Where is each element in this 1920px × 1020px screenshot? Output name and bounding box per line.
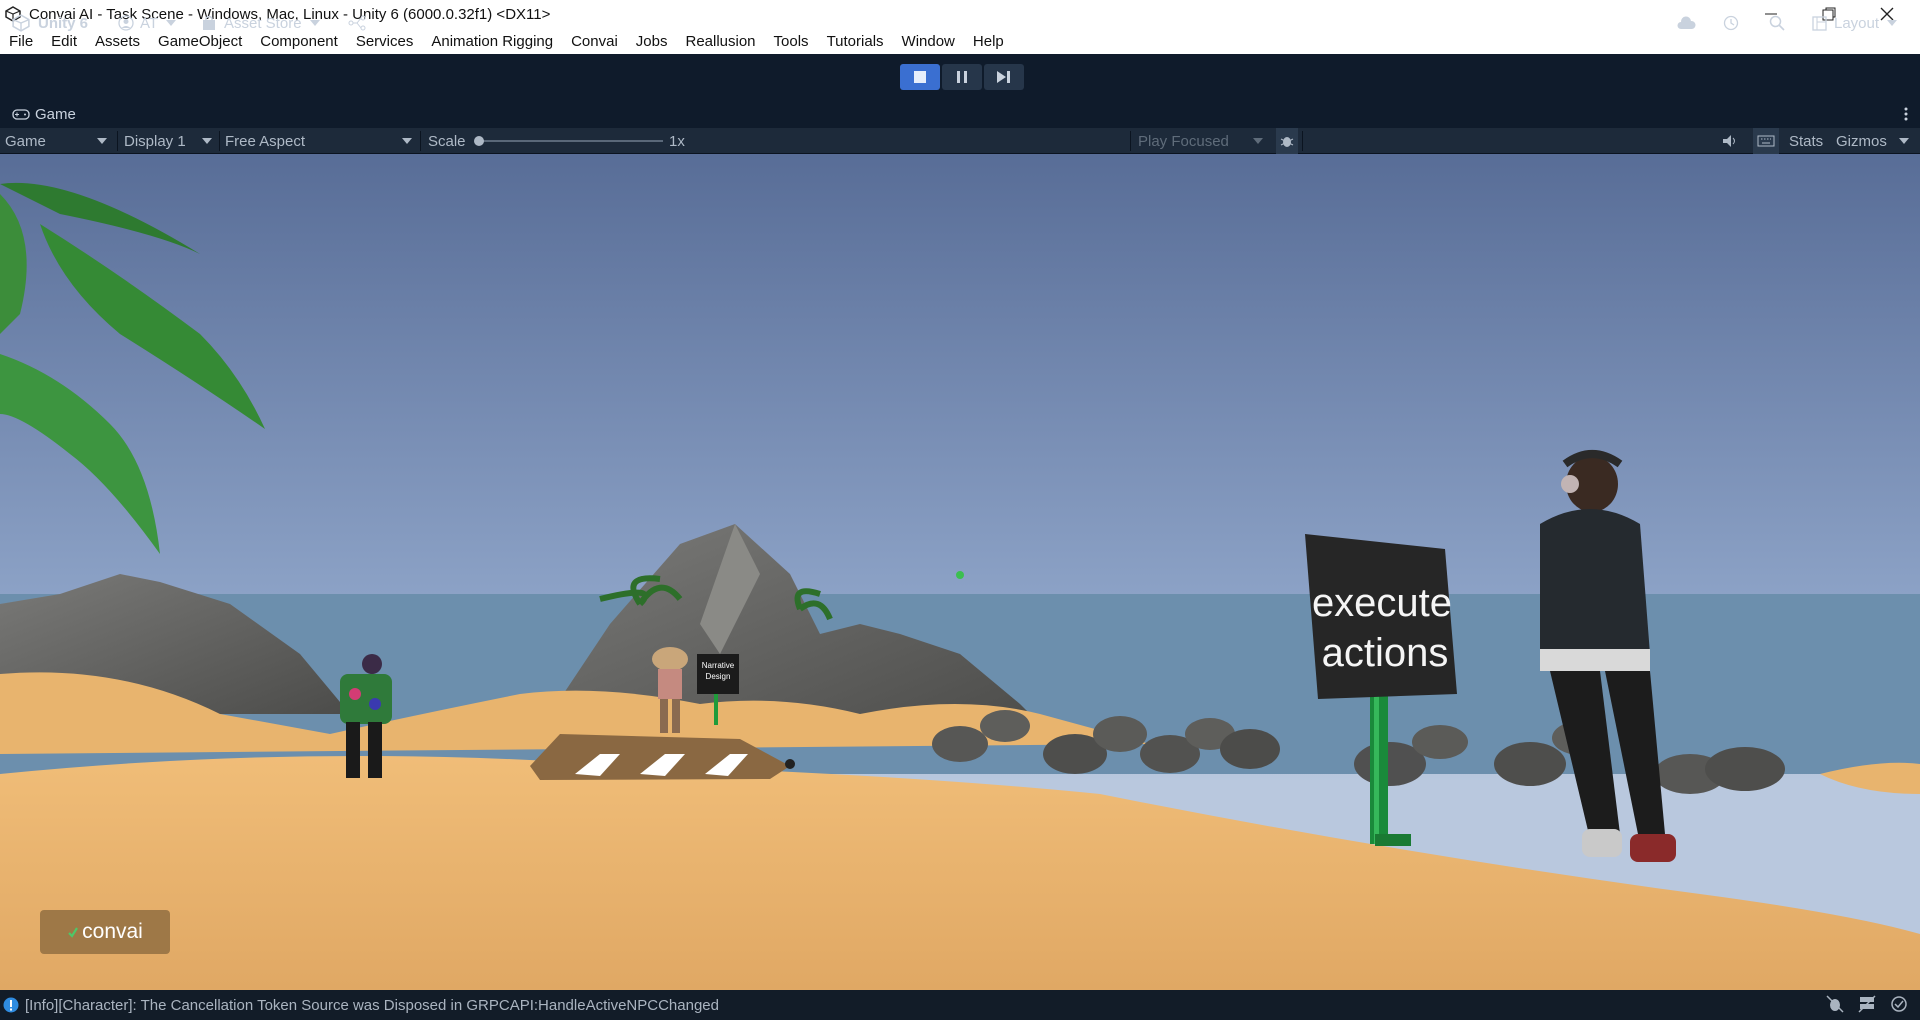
kebab-menu-icon	[1904, 107, 1908, 121]
shopping-bag-icon	[203, 15, 215, 30]
stop-icon	[914, 71, 926, 83]
account-dropdown[interactable]: AT	[118, 0, 177, 46]
pause-icon	[957, 71, 967, 83]
scale-label: Scale	[428, 132, 466, 150]
unity-version-button[interactable]: Unity 6	[12, 0, 88, 46]
toolbar-divider	[420, 131, 421, 151]
toolbar-divider	[1130, 131, 1131, 151]
toolbar-divider	[1302, 131, 1303, 151]
info-icon	[3, 997, 19, 1013]
bug-icon	[1280, 137, 1294, 147]
stop-button[interactable]	[900, 64, 940, 90]
step-button[interactable]	[984, 64, 1024, 90]
toolbar-divider	[117, 131, 118, 151]
sign-line1: execute	[1312, 581, 1452, 625]
pause-button[interactable]	[942, 64, 982, 90]
game-viewport[interactable]: Narrative Design execute actions convai	[0, 154, 1920, 990]
history-button[interactable]	[1723, 0, 1739, 46]
chevron-down-icon	[1899, 138, 1909, 144]
history-icon	[1723, 15, 1739, 31]
chevron-down-icon	[1253, 138, 1263, 144]
game-mode-label: Game	[5, 132, 46, 150]
display-dropdown[interactable]: Display 1	[124, 128, 216, 154]
progress-check-icon[interactable]	[1890, 995, 1908, 1013]
scale-slider[interactable]	[474, 136, 663, 146]
game-mode-dropdown[interactable]: Game	[5, 128, 113, 154]
menu-convai[interactable]: Convai	[571, 33, 618, 50]
keyboard-shortcuts-toggle[interactable]	[1753, 128, 1779, 154]
scale-slider-handle[interactable]	[474, 136, 484, 146]
menu-reallusion[interactable]: Reallusion	[685, 33, 755, 50]
branch-icon	[348, 15, 366, 31]
console-message[interactable]: [Info][Character]: The Cancellation Toke…	[25, 997, 719, 1014]
game-view-toolbar: Game Display 1 Free Aspect Scale 1x Play…	[0, 128, 1920, 154]
menu-jobs[interactable]: Jobs	[636, 33, 668, 50]
editor-tab-bar: Game	[0, 100, 1920, 128]
aspect-dropdown[interactable]: Free Aspect	[225, 128, 415, 154]
gamepad-icon	[12, 109, 30, 120]
tab-menu-button[interactable]	[1904, 106, 1908, 127]
playmode-controls	[900, 64, 1024, 90]
chevron-down-icon	[166, 20, 177, 26]
chevron-down-icon	[309, 20, 320, 26]
unity-logo-icon	[12, 14, 30, 32]
tab-game[interactable]: Game	[12, 106, 76, 123]
narrative-sign-line2: Design	[706, 672, 731, 681]
chevron-down-icon	[97, 138, 107, 144]
narrative-sign-line1: Narrative	[702, 661, 735, 670]
aspect-label: Free Aspect	[225, 132, 306, 150]
cache-server-icon[interactable]	[1858, 995, 1876, 1013]
step-icon	[997, 71, 1010, 83]
tab-game-label: Game	[35, 105, 76, 123]
search-button[interactable]	[1769, 0, 1785, 46]
menu-help[interactable]: Help	[973, 33, 1004, 50]
convai-logo-text: convai	[82, 920, 143, 943]
crosshair-dot	[956, 571, 964, 579]
game-scene: Narrative Design execute actions	[0, 154, 1920, 990]
display-label: Display 1	[124, 132, 186, 150]
asset-store-label: Asset Store	[224, 14, 302, 32]
chevron-down-icon	[402, 138, 412, 144]
chevron-down-icon	[202, 138, 212, 144]
account-label: AT	[140, 14, 159, 32]
cloud-button[interactable]	[1676, 0, 1696, 46]
convai-logo-badge: convai	[40, 910, 170, 954]
menu-tools[interactable]: Tools	[774, 33, 809, 50]
layout-dropdown[interactable]: Layout	[1812, 0, 1898, 46]
debug-toggle[interactable]	[1276, 128, 1298, 154]
sign-line2: actions	[1322, 631, 1449, 675]
convai-logo-icon	[68, 927, 79, 938]
status-bar: [Info][Character]: The Cancellation Toke…	[0, 990, 1920, 1020]
account-icon	[118, 15, 134, 31]
menu-tutorials[interactable]: Tutorials	[827, 33, 884, 50]
mute-audio-button[interactable]	[1722, 128, 1738, 154]
menu-animation-rigging[interactable]: Animation Rigging	[431, 33, 553, 50]
speaker-icon	[1723, 135, 1735, 147]
chevron-down-icon	[1887, 20, 1898, 26]
cloud-icon	[1677, 16, 1696, 29]
unity-version-label: Unity 6	[38, 14, 89, 32]
debug-off-icon[interactable]	[1826, 995, 1844, 1013]
scale-value: 1x	[669, 132, 685, 150]
asset-store-dropdown[interactable]: Asset Store	[202, 0, 320, 46]
version-control-button[interactable]	[348, 0, 366, 46]
gizmos-dropdown[interactable]	[1899, 128, 1909, 154]
search-icon	[1769, 15, 1785, 31]
layout-label: Layout	[1834, 14, 1880, 32]
play-focused-dropdown[interactable]: Play Focused	[1138, 128, 1266, 154]
stats-button[interactable]: Stats	[1789, 128, 1823, 154]
gizmos-button[interactable]: Gizmos	[1836, 128, 1887, 154]
keyboard-icon	[1757, 135, 1775, 147]
toolbar-divider	[219, 131, 220, 151]
menu-window[interactable]: Window	[902, 33, 955, 50]
layout-icon	[1812, 15, 1827, 31]
play-focused-label: Play Focused	[1138, 132, 1229, 150]
